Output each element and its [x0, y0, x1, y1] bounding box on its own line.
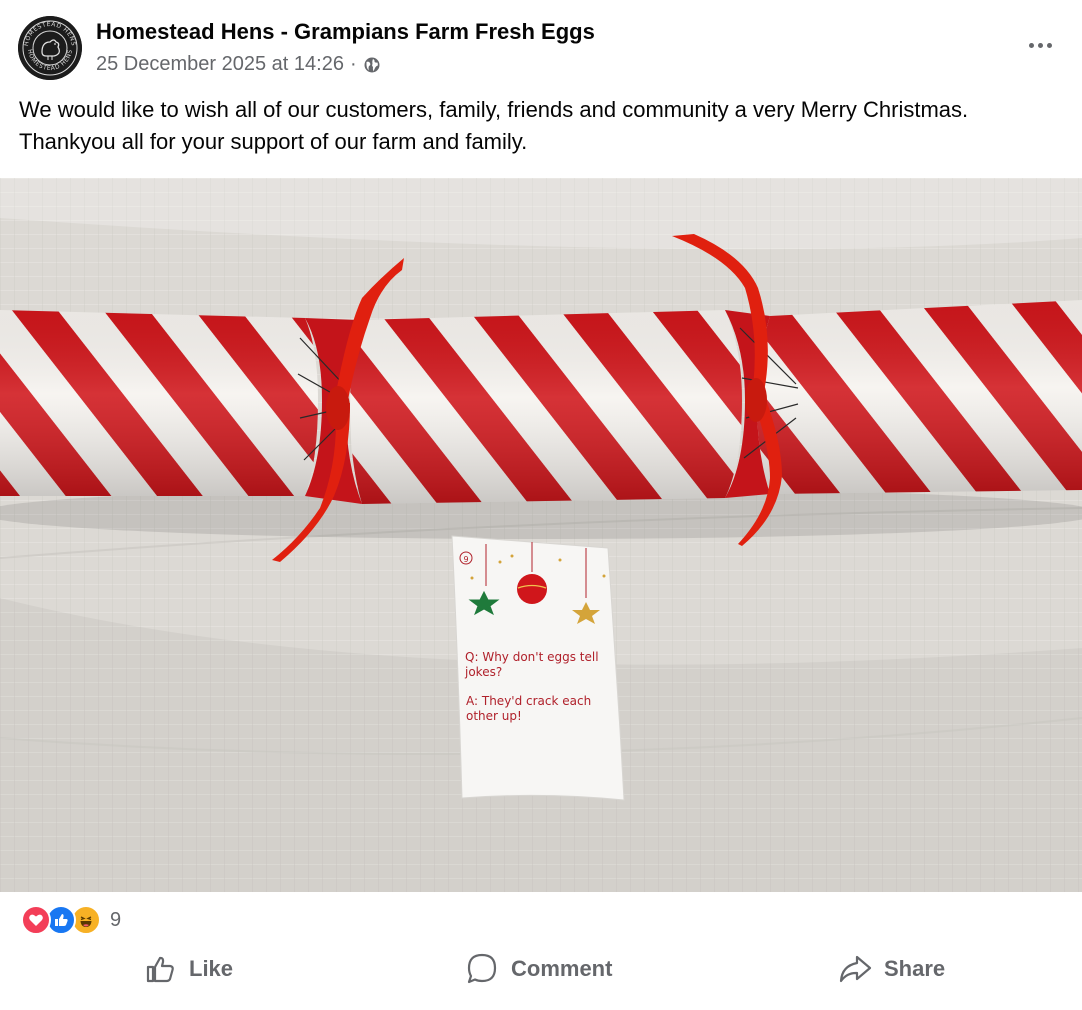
more-dot	[1037, 42, 1043, 48]
post-header: HOMESTEAD HENS HOMESTEAD HENS Homestead …	[0, 0, 1082, 90]
post-photo[interactable]: 9 Q: Why don't eggs tell jokes? A: They'…	[0, 178, 1082, 892]
page-name-link[interactable]: Homestead Hens - Grampians Farm Fresh Eg…	[96, 19, 595, 45]
joke-card-number: 9	[463, 555, 468, 564]
christmas-cracker-photo: 9	[0, 178, 1082, 892]
meta-separator: ·	[349, 53, 357, 75]
more-dot	[1028, 42, 1034, 48]
love-reaction-icon	[21, 905, 51, 935]
thumbs-up-icon	[146, 956, 174, 983]
joke-question: Q: Why don't eggs tell jokes?	[465, 650, 605, 680]
reactions-summary[interactable]: 9	[21, 904, 121, 936]
comment-button[interactable]: Comment	[465, 944, 612, 994]
post-timestamp[interactable]: 25 December 2025 at 14:26	[96, 53, 344, 76]
comment-icon	[467, 953, 497, 984]
like-button[interactable]: Like	[145, 944, 233, 994]
globe-icon[interactable]	[363, 56, 381, 74]
joke-question-text: Why don't eggs tell jokes?	[465, 650, 599, 679]
joke-answer-marker: A:	[466, 694, 479, 708]
like-label: Like	[189, 956, 234, 981]
share-label: Share	[884, 956, 946, 981]
joke-answer: A: They'd crack each other up!	[466, 694, 606, 724]
more-options-icon[interactable]	[1022, 34, 1058, 56]
post-actions-bar: Like Comment Share	[0, 944, 1082, 994]
comment-label: Comment	[511, 956, 613, 981]
post-text: We would like to wish all of our custome…	[19, 97, 969, 154]
page-avatar[interactable]: HOMESTEAD HENS HOMESTEAD HENS	[18, 16, 82, 80]
more-dot	[1046, 42, 1052, 48]
share-icon	[839, 955, 872, 983]
post-meta: 25 December 2025 at 14:26 ·	[96, 53, 381, 76]
homestead-hens-logo: HOMESTEAD HENS HOMESTEAD HENS	[18, 16, 82, 80]
share-button[interactable]: Share	[838, 944, 945, 994]
joke-answer-text: They'd crack each other up!	[466, 694, 592, 723]
joke-question-marker: Q:	[465, 650, 479, 664]
reaction-count[interactable]: 9	[110, 909, 121, 932]
